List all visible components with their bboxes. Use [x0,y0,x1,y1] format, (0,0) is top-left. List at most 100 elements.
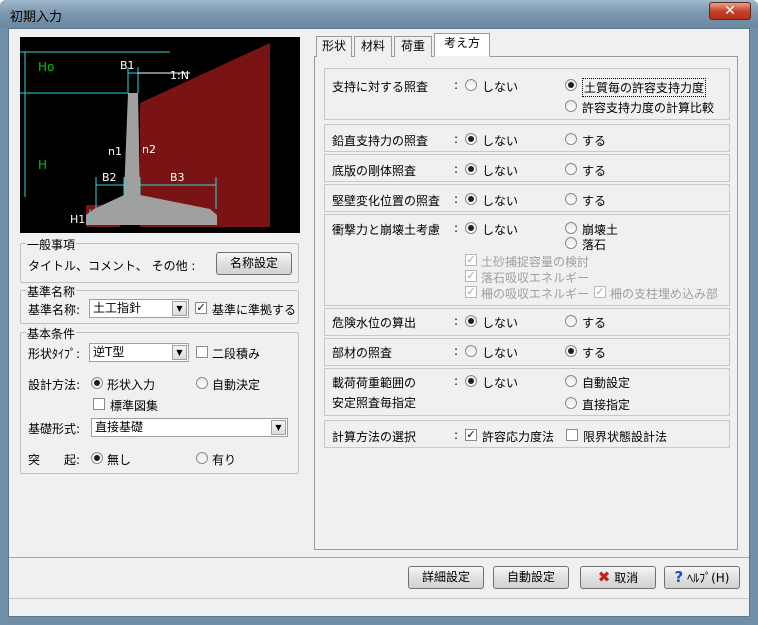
standard-select[interactable]: 土工指針 ▼ [89,299,189,318]
dropdown-arrow-icon[interactable]: ▼ [172,345,187,360]
support-radio-soil[interactable] [565,79,577,91]
shape-label: 形状ﾀｲﾌﾟ: [28,347,81,361]
std-fig-label: 標準図集 [110,399,159,413]
std-fig-checkbox[interactable] [93,398,105,410]
member-radio-yes[interactable] [565,345,577,357]
label-b1: B1 [120,59,135,72]
calc-opt1: 許容応力度法 [482,430,555,444]
vertical-radio-yes[interactable] [565,133,577,145]
calc-limit-checkbox[interactable] [566,429,578,441]
member-radio-no[interactable] [465,345,477,357]
close-button[interactable]: ✕ [709,2,751,20]
loadrange-label2: 安定照査毎指定 [332,396,417,410]
loadrange-radio-no[interactable] [465,375,477,387]
impact-sub2-checkbox[interactable]: ✓ [465,270,477,282]
member-colon: : [454,344,459,358]
loadrange-opt2: 自動設定 [582,376,631,390]
impact-colon: : [454,221,459,235]
vertical-opt1: しない [482,134,519,148]
impact-radio-collapse[interactable] [565,222,577,234]
support-label: 支持に対する照査 [332,80,429,94]
tab-shape[interactable]: 形状 [316,36,352,57]
rigid-opt2: する [582,164,607,178]
basic-legend: 基本条件 [26,325,77,342]
tab-load[interactable]: 荷重 [394,36,432,57]
rigid-radio-no[interactable] [465,163,477,175]
label-ho: Ho [38,60,54,74]
design-radio-auto[interactable] [196,377,208,389]
cancel-button[interactable]: ✖ 取消 [580,566,656,589]
vertical-colon: : [454,132,459,146]
loadrange-label1: 載荷荷重範囲の [332,376,417,390]
shape-value: 逆T型 [93,345,125,359]
calc-allowable-checkbox[interactable]: ✓ [465,429,477,441]
tab-approach[interactable]: 考え方 [434,33,490,57]
tab-material[interactable]: 材料 [354,36,392,57]
impact-label: 衝撃力と崩壊土考慮 [332,223,441,237]
foundation-value: 直接基礎 [95,420,144,434]
label-n1: n1 [108,145,122,158]
calc-label: 計算方法の選択 [332,430,417,444]
projection-opt1: 無し [107,453,132,467]
projection-radio-none[interactable] [91,452,103,464]
label-b2: B2 [102,171,117,184]
danger-radio-no[interactable] [465,315,477,327]
rigid-radio-yes[interactable] [565,163,577,175]
design-opt2: 自動決定 [212,378,261,392]
loadrange-radio-direct[interactable] [565,397,577,409]
loadrange-opt3: 直接指定 [582,398,631,412]
wallchange-radio-yes[interactable] [565,193,577,205]
loadrange-colon: : [454,374,459,388]
help-icon: ? [674,568,684,586]
standard-checkbox[interactable]: ✓ [195,302,207,314]
wallchange-label: 堅壁変化位置の照査 [332,194,441,208]
calc-colon: : [454,428,459,442]
two-stage-checkbox[interactable] [196,346,208,358]
danger-opt1: しない [482,316,519,330]
design-opt1: 形状入力 [107,378,156,392]
label-n2: n2 [142,143,156,156]
impact-opt3: 落石 [582,238,607,252]
loadrange-radio-auto[interactable] [565,375,577,387]
impact-sub3-checkbox[interactable]: ✓ [465,286,477,298]
general-text: タイトル、コメント、 その他 : [28,259,196,273]
impact-sub2: 落石吸収エネルギー [481,271,590,285]
rigid-opt1: しない [482,164,519,178]
dropdown-arrow-icon[interactable]: ▼ [271,420,286,435]
support-opt1: しない [482,80,519,94]
label-h1: H1 [70,213,85,226]
vertical-opt2: する [582,134,607,148]
wallchange-colon: : [454,192,459,206]
foundation-label: 基礎形式: [28,422,81,436]
impact-radio-rockfall[interactable] [565,237,577,249]
shape-select[interactable]: 逆T型 ▼ [89,343,189,362]
auto-settings-button[interactable]: 自動設定 [493,566,569,589]
support-radio-no[interactable] [465,79,477,91]
impact-radio-no[interactable] [465,222,477,234]
danger-radio-yes[interactable] [565,315,577,327]
standard-legend: 基準名称 [26,283,77,300]
foundation-select[interactable]: 直接基礎 ▼ [91,418,288,437]
wallchange-opt2: する [582,194,607,208]
design-radio-shape[interactable] [91,377,103,389]
calc-opt2: 限界状態設計法 [583,430,668,444]
member-label: 部材の照査 [332,346,393,360]
support-radio-compare[interactable] [565,100,577,112]
projection-radio-yes[interactable] [196,452,208,464]
wallchange-radio-no[interactable] [465,193,477,205]
support-opt3: 許容支持力度の計算比較 [582,101,715,115]
wallchange-opt1: しない [482,194,519,208]
loadrange-opt1: しない [482,376,519,390]
name-settings-button[interactable]: 名称設定 [216,252,292,275]
two-stage-label: 二段積み [212,347,261,361]
standard-check-label: 基準に準拠する [212,303,297,317]
detail-settings-button[interactable]: 詳細設定 [408,566,484,589]
impact-sub4-checkbox[interactable]: ✓ [594,286,606,298]
vertical-radio-no[interactable] [465,133,477,145]
label-slope: 1:N [170,69,189,82]
standard-value: 土工指針 [93,301,142,315]
dropdown-arrow-icon[interactable]: ▼ [172,301,187,316]
impact-sub1-checkbox[interactable]: ✓ [465,254,477,266]
help-button[interactable]: ? ﾍﾙﾌﾟ(H) [664,566,740,589]
impact-sub1: 土砂捕捉容量の検討 [481,255,590,269]
